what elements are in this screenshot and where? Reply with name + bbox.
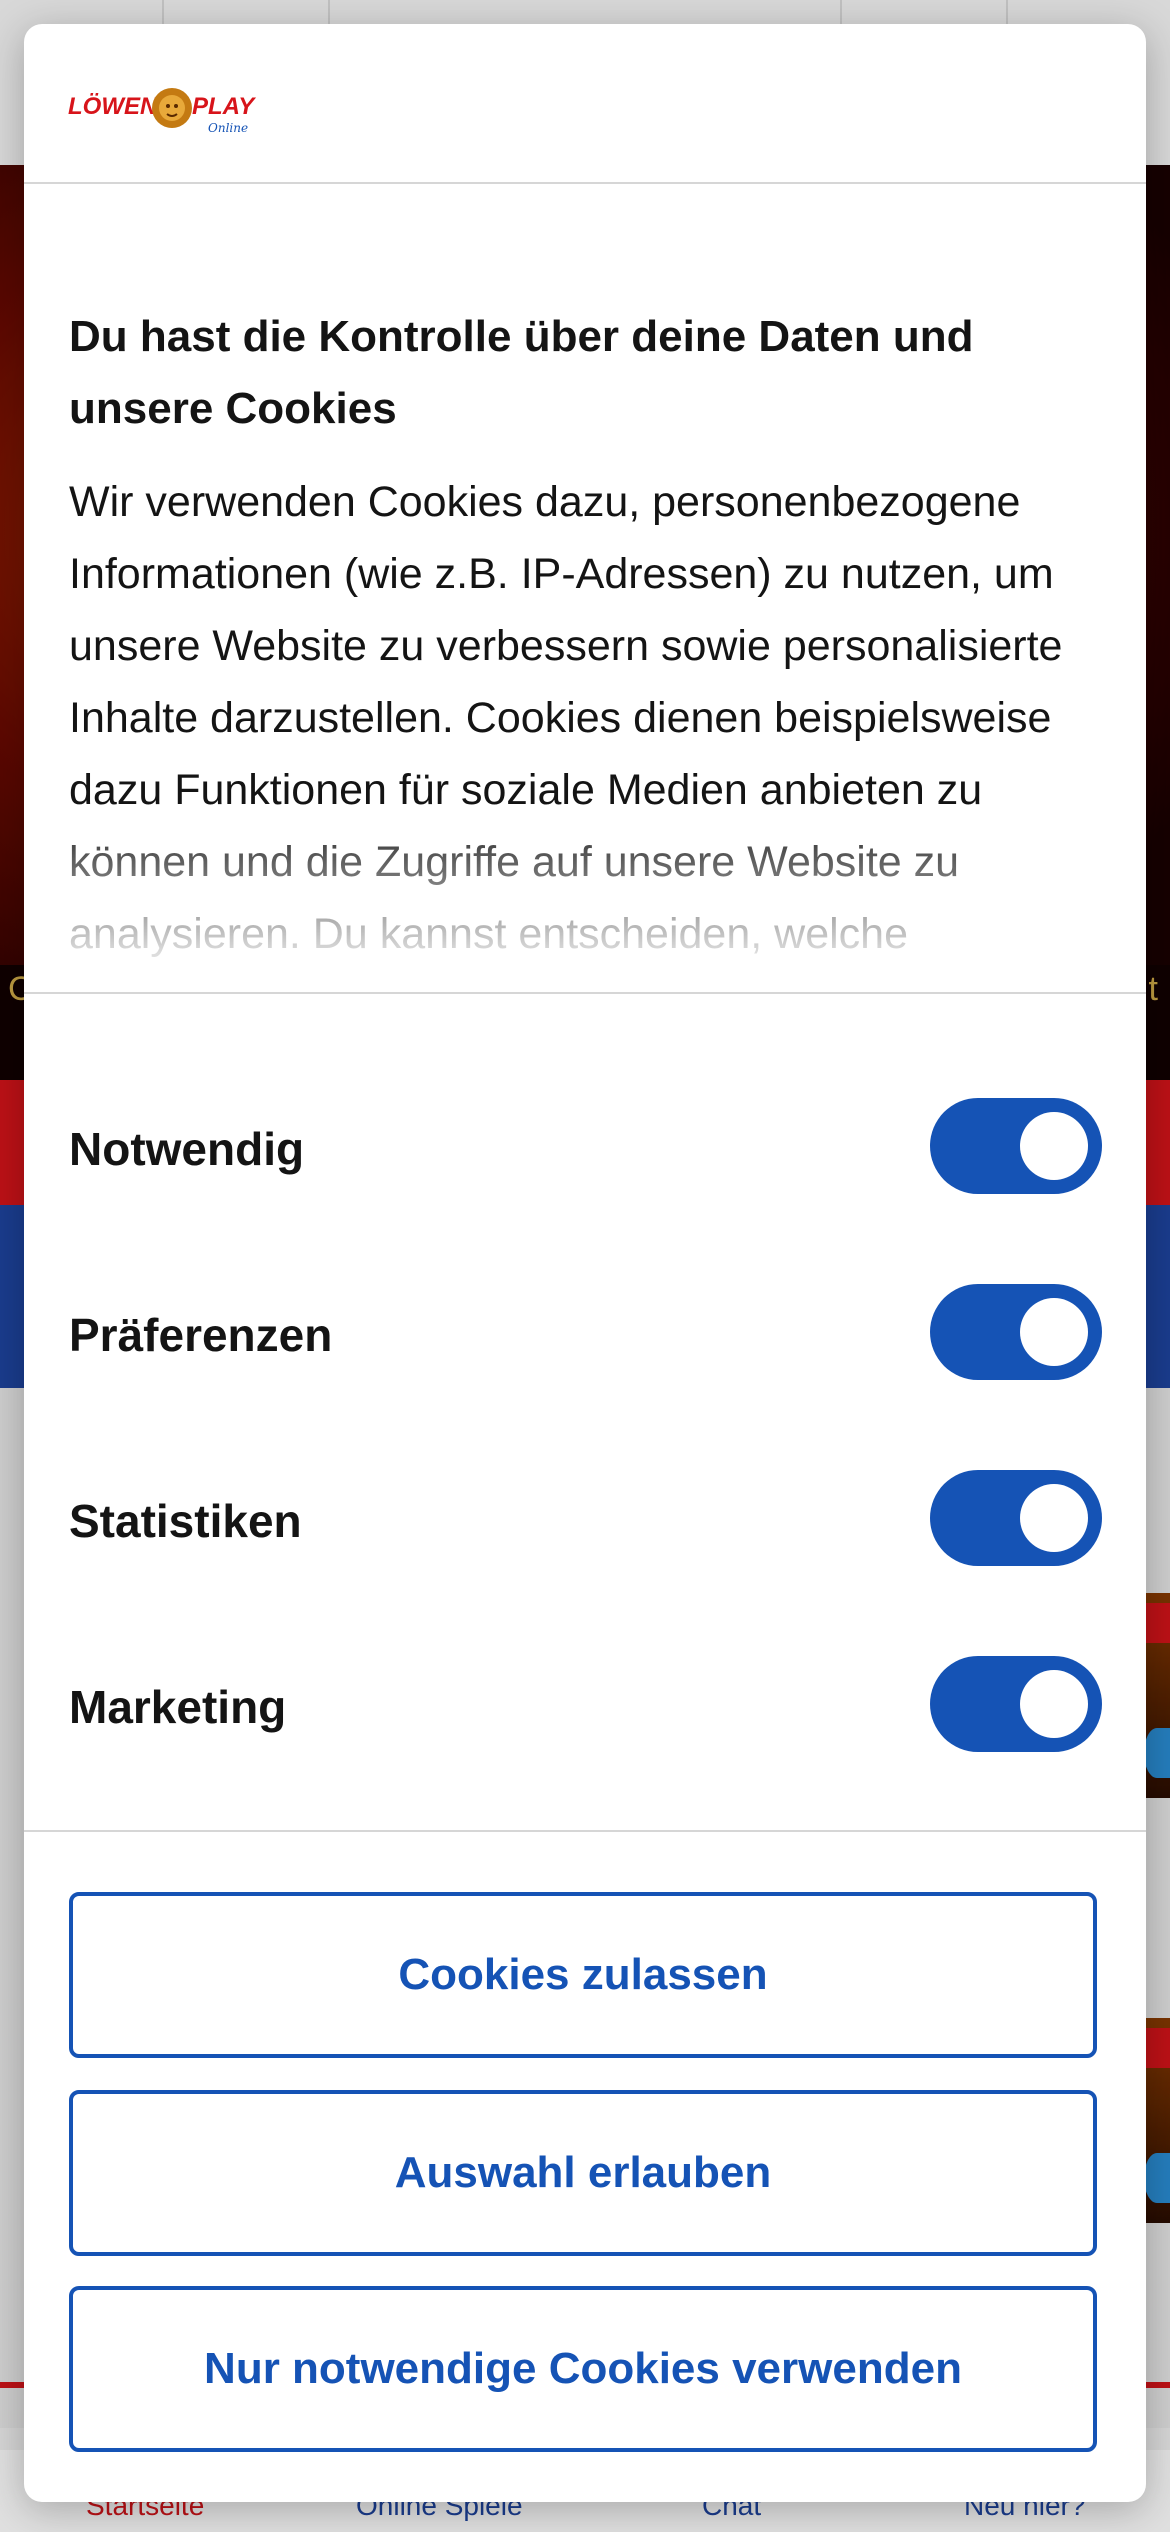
logo-word-right: PLAY [192,93,256,120]
logo-word-left: LÖWEN [68,93,158,120]
loewenplay-logo: LÖWEN PLAY Online [68,88,256,135]
buttons-divider [24,1830,1146,1832]
text-divider [24,992,1146,994]
logo-sub: Online [208,121,248,135]
toggle-knob [1020,1670,1088,1738]
toggle-row-marketing: Marketing [24,1646,1146,1766]
toggle-label-statistics: Statistiken [69,1495,302,1547]
scroll-fade [24,806,1146,1016]
toggle-knob [1020,1112,1088,1180]
toggle-knob [1020,1484,1088,1552]
toggle-label-marketing: Marketing [69,1681,287,1733]
consent-title: Du hast die Kontrolle über deine Daten u… [69,312,974,433]
allow-selection-button[interactable]: Auswahl erlauben [69,2090,1097,2256]
allow-all-cookies-button[interactable]: Cookies zulassen [69,1892,1097,2058]
toggle-knob [1020,1298,1088,1366]
toggle-necessary[interactable] [930,1098,1102,1194]
toggle-label-necessary: Notwendig [69,1123,305,1175]
header-divider [24,182,1146,184]
toggle-row-statistics: Statistiken [24,1460,1146,1580]
toggle-label-preferences: Präferenzen [69,1309,333,1361]
toggle-row-necessary: Notwendig [24,1088,1146,1208]
dialog-header: LÖWEN PLAY Online [24,24,1146,184]
consent-text-scroll-area[interactable]: Du hast die Kontrolle über deine Daten u… [24,186,1146,1016]
toggle-row-preferences: Präferenzen [24,1274,1146,1394]
necessary-only-button[interactable]: Nur notwendige Cookies verwenden [69,2286,1097,2452]
cookie-consent-dialog: LÖWEN PLAY Online Du hast die Kontrolle … [24,24,1146,2502]
toggle-marketing[interactable] [930,1656,1102,1752]
toggle-preferences[interactable] [930,1284,1102,1380]
toggle-statistics[interactable] [930,1470,1102,1566]
